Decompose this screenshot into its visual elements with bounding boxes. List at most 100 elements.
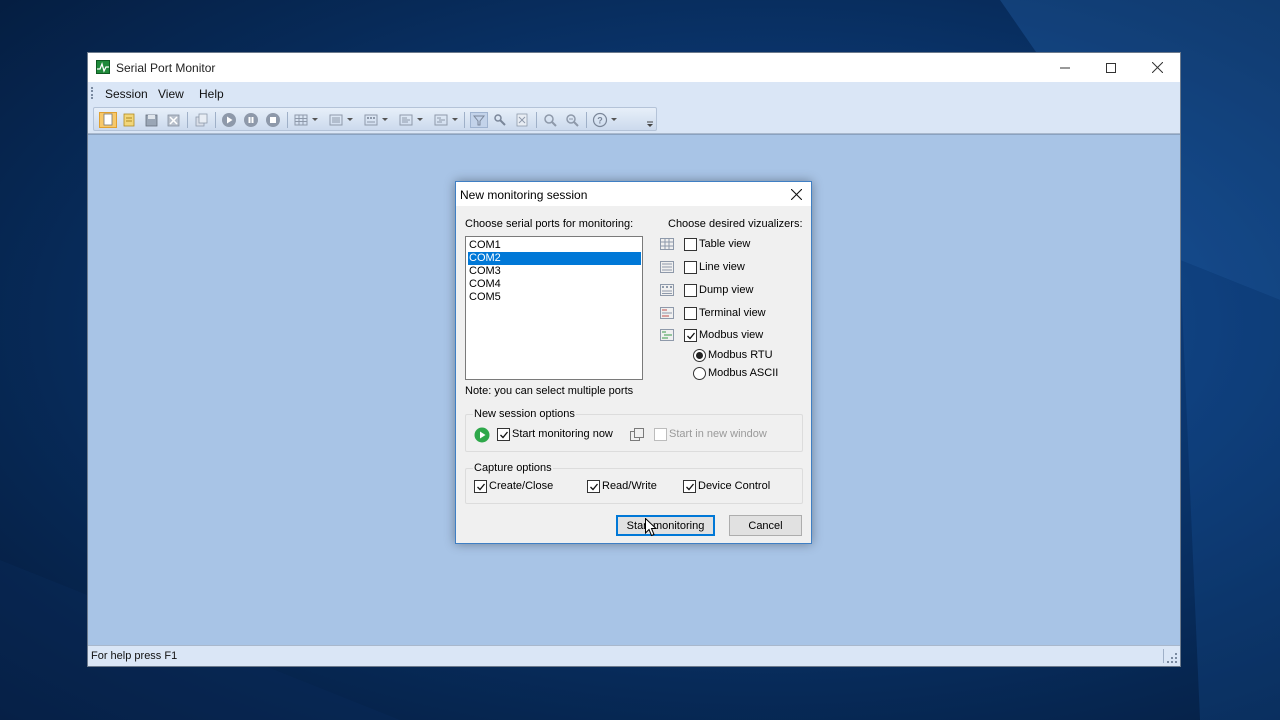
close-icon <box>790 188 802 200</box>
settings-icon[interactable] <box>492 112 510 128</box>
dialog-title: New monitoring session <box>460 188 588 202</box>
ports-label: Choose serial ports for monitoring: <box>465 218 634 230</box>
chevron-down-icon[interactable] <box>382 118 388 121</box>
toolbar: ? <box>88 104 1180 134</box>
close-button[interactable] <box>1134 53 1180 82</box>
device-control-label: Device Control <box>698 480 771 492</box>
create-close-label: Create/Close <box>489 480 554 492</box>
play-icon[interactable] <box>221 112 239 128</box>
pause-icon[interactable] <box>243 112 261 128</box>
modbus-view-checkbox[interactable] <box>684 329 697 342</box>
maximize-icon <box>1106 62 1116 73</box>
save-icon[interactable] <box>143 112 161 128</box>
modbus-ascii-radio[interactable] <box>693 367 706 380</box>
port-item-com3[interactable]: COM3 <box>468 265 641 278</box>
read-write-checkbox[interactable] <box>587 480 600 493</box>
new-session-icon[interactable] <box>99 112 117 128</box>
table-view-icon <box>660 238 674 250</box>
find-next-icon[interactable] <box>564 112 582 128</box>
line-view-checkbox[interactable] <box>684 261 697 274</box>
menu-grip[interactable] <box>91 87 95 99</box>
table-view-checkbox[interactable] <box>684 238 697 251</box>
visualizers-label: Choose desired vizualizers: <box>668 218 803 230</box>
checkmark-icon <box>590 483 599 491</box>
checkmark-icon <box>687 332 696 340</box>
toolbar-separator <box>586 112 587 128</box>
menu-bar: Session View Help <box>88 82 1180 104</box>
cancel-button[interactable]: Cancel <box>729 515 802 536</box>
chevron-down-icon[interactable] <box>312 118 318 121</box>
close-icon <box>1151 62 1163 73</box>
modbus-rtu-radio[interactable] <box>693 349 706 362</box>
table-view-icon[interactable] <box>293 112 311 128</box>
terminal-view-icon <box>660 307 674 319</box>
chevron-down-icon[interactable] <box>417 118 423 121</box>
menu-help[interactable]: Help <box>199 87 224 101</box>
line-view-icon[interactable] <box>328 112 346 128</box>
toolbar-overflow-icon[interactable] <box>647 118 653 128</box>
modbus-view-icon[interactable] <box>433 112 451 128</box>
help-icon[interactable]: ? <box>592 112 610 128</box>
dump-view-icon <box>660 284 674 296</box>
ports-listbox[interactable]: COM1 COM2 COM3 COM4 COM5 <box>465 236 643 380</box>
open-icon[interactable] <box>121 112 139 128</box>
checkmark-icon <box>500 431 509 439</box>
chevron-down-icon[interactable] <box>452 118 458 121</box>
create-close-checkbox[interactable] <box>474 480 487 493</box>
dialog-title-bar: New monitoring session <box>456 182 811 206</box>
svg-text:?: ? <box>597 116 603 126</box>
port-item-com2[interactable]: COM2 <box>468 252 641 265</box>
status-text: For help press F1 <box>91 650 178 662</box>
toolbar-separator <box>215 112 216 128</box>
port-item-com4[interactable]: COM4 <box>468 278 641 291</box>
line-view-icon <box>660 261 674 273</box>
menu-view[interactable]: View <box>158 87 184 101</box>
app-logo-icon <box>96 60 110 74</box>
dump-view-icon[interactable] <box>363 112 381 128</box>
start-monitoring-button[interactable]: Start monitoring <box>616 515 715 536</box>
session-options-title: New session options <box>473 408 576 420</box>
line-view-label: Line view <box>699 261 745 273</box>
terminal-view-label: Terminal view <box>699 307 766 319</box>
resize-grip-icon[interactable] <box>1167 653 1177 663</box>
dump-view-label: Dump view <box>699 284 754 296</box>
filter-icon[interactable] <box>470 112 488 128</box>
port-item-com1[interactable]: COM1 <box>468 239 641 252</box>
start-play-icon <box>474 427 490 443</box>
new-session-dialog: New monitoring session Choose serial por… <box>455 181 812 544</box>
new-window-icon <box>630 428 644 441</box>
read-write-label: Read/Write <box>602 480 657 492</box>
modbus-ascii-label: Modbus ASCII <box>708 367 779 379</box>
start-monitoring-now-checkbox[interactable] <box>497 428 510 441</box>
start-in-new-window-checkbox[interactable] <box>654 428 667 441</box>
toolbar-separator <box>287 112 288 128</box>
dialog-close-button[interactable] <box>785 185 807 203</box>
menu-session[interactable]: Session <box>105 87 148 101</box>
status-separator <box>1163 649 1164 663</box>
toolbar-separator <box>464 112 465 128</box>
checkmark-icon <box>686 483 695 491</box>
terminal-view-checkbox[interactable] <box>684 307 697 320</box>
close-session-icon[interactable] <box>165 112 183 128</box>
maximize-button[interactable] <box>1088 53 1134 82</box>
capture-options-title: Capture options <box>473 462 553 474</box>
toolbar-separator <box>536 112 537 128</box>
port-item-com5[interactable]: COM5 <box>468 291 641 304</box>
window-title: Serial Port Monitor <box>116 61 216 75</box>
find-icon[interactable] <box>542 112 560 128</box>
stop-icon[interactable] <box>265 112 283 128</box>
modbus-rtu-label: Modbus RTU <box>708 349 773 361</box>
chevron-down-icon[interactable] <box>347 118 353 121</box>
chevron-down-icon[interactable] <box>611 118 617 121</box>
checkmark-icon <box>477 483 486 491</box>
title-bar: Serial Port Monitor <box>88 53 1180 82</box>
copy-icon[interactable] <box>193 112 211 128</box>
device-control-checkbox[interactable] <box>683 480 696 493</box>
modbus-view-icon <box>660 329 674 341</box>
start-monitoring-now-label: Start monitoring now <box>512 428 613 440</box>
start-in-new-window-label: Start in new window <box>669 428 767 440</box>
terminal-view-icon[interactable] <box>398 112 416 128</box>
dump-view-checkbox[interactable] <box>684 284 697 297</box>
export-icon[interactable] <box>514 112 532 128</box>
minimize-button[interactable] <box>1042 53 1088 82</box>
